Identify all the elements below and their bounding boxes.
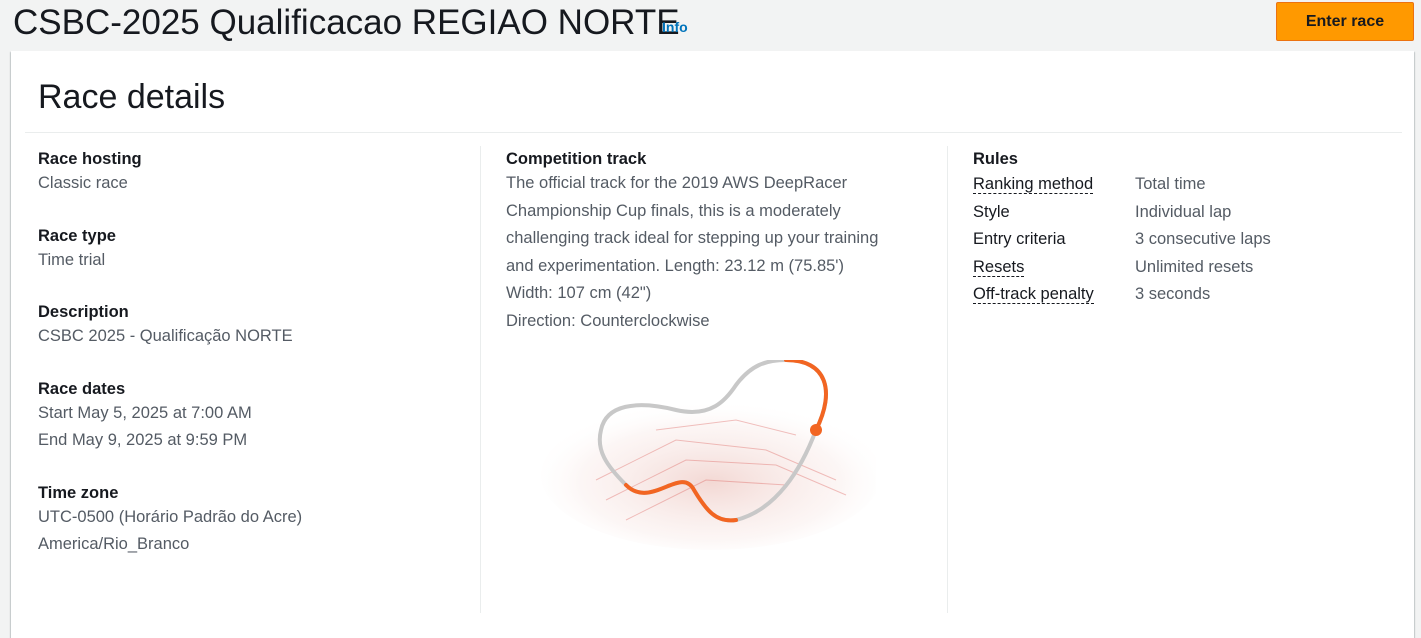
rules-column: Rules Ranking method Total time Style In… bbox=[973, 148, 1393, 309]
rule-row: Ranking method Total time bbox=[973, 171, 1393, 199]
race-end-date: End May 9, 2025 at 9:59 PM bbox=[38, 431, 248, 449]
entry-criteria-value: 3 consecutive laps bbox=[1135, 230, 1271, 248]
description-label: Description bbox=[38, 303, 129, 321]
column-divider bbox=[947, 146, 948, 613]
track-desc-line: Championship Cup finals, this is a moder… bbox=[506, 201, 841, 220]
track-map-image bbox=[541, 360, 876, 550]
page-header: CSBC-2025 Qualificacao REGIAO NORTE Info… bbox=[0, 0, 1421, 50]
track-desc-line: challenging track ideal for stepping up … bbox=[506, 229, 879, 247]
time-zone-offset: UTC-0500 (Horário Padrão do Acre) bbox=[38, 507, 303, 526]
style-value: Individual lap bbox=[1135, 202, 1232, 221]
track-desc-line: Direction: Counterclockwise bbox=[506, 311, 710, 330]
race-hosting-value: Classic race bbox=[38, 174, 128, 192]
off-track-penalty-value: 3 seconds bbox=[1135, 285, 1211, 303]
resets-value: Unlimited resets bbox=[1135, 257, 1254, 276]
off-track-penalty-key[interactable]: Off-track penalty bbox=[973, 281, 1135, 309]
track-description: The official track for the 2019 AWS Deep… bbox=[506, 170, 936, 335]
rules-label: Rules bbox=[973, 150, 1018, 168]
page-title: CSBC-2025 Qualificacao REGIAO NORTE bbox=[13, 3, 680, 42]
column-divider bbox=[480, 146, 481, 613]
track-desc-line: Width: 107 cm (42") bbox=[506, 284, 652, 302]
panel-title: Race details bbox=[38, 78, 226, 116]
track-desc-line: and experimentation. Length: 23.12 m (75… bbox=[506, 256, 844, 275]
ranking-method-key[interactable]: Ranking method bbox=[973, 171, 1135, 199]
track-column: Competition track The official track for… bbox=[506, 148, 946, 618]
enter-race-button[interactable]: Enter race bbox=[1276, 2, 1414, 41]
description-field: Description CSBC 2025 - Qualificação NOR… bbox=[38, 301, 478, 351]
info-link[interactable]: Info bbox=[662, 19, 688, 35]
style-key: Style bbox=[973, 202, 1010, 221]
race-hosting-label: Race hosting bbox=[38, 150, 142, 168]
divider bbox=[25, 132, 1402, 133]
time-zone-region: America/Rio_Branco bbox=[38, 535, 190, 553]
race-details-panel: Race details Race hosting Classic race R… bbox=[11, 51, 1414, 638]
time-zone-label: Time zone bbox=[38, 483, 119, 502]
rule-row: Off-track penalty 3 seconds bbox=[973, 281, 1393, 309]
rules-table: Ranking method Total time Style Individu… bbox=[973, 171, 1393, 309]
rule-row: Entry criteria 3 consecutive laps bbox=[973, 226, 1393, 254]
race-type-field: Race type Time trial bbox=[38, 225, 478, 275]
ranking-method-value: Total time bbox=[1135, 175, 1206, 193]
race-type-label: Race type bbox=[38, 226, 116, 245]
track-label: Competition track bbox=[506, 150, 647, 168]
race-dates-field: Race dates Start May 5, 2025 at 7:00 AM … bbox=[38, 378, 478, 455]
time-zone-field: Time zone UTC-0500 (Horário Padrão do Ac… bbox=[38, 482, 478, 559]
details-column: Race hosting Classic race Race type Time… bbox=[38, 148, 478, 586]
resets-key[interactable]: Resets bbox=[973, 254, 1135, 282]
race-start-date: Start May 5, 2025 at 7:00 AM bbox=[38, 403, 252, 422]
track-desc-line: The official track for the 2019 AWS Deep… bbox=[506, 174, 848, 192]
race-type-value: Time trial bbox=[38, 250, 106, 269]
rule-row: Resets Unlimited resets bbox=[973, 254, 1393, 282]
description-value: CSBC 2025 - Qualificação NORTE bbox=[38, 327, 293, 345]
rule-row: Style Individual lap bbox=[973, 199, 1393, 227]
race-dates-label: Race dates bbox=[38, 379, 126, 398]
race-hosting-field: Race hosting Classic race bbox=[38, 148, 478, 198]
entry-criteria-key: Entry criteria bbox=[973, 230, 1066, 248]
